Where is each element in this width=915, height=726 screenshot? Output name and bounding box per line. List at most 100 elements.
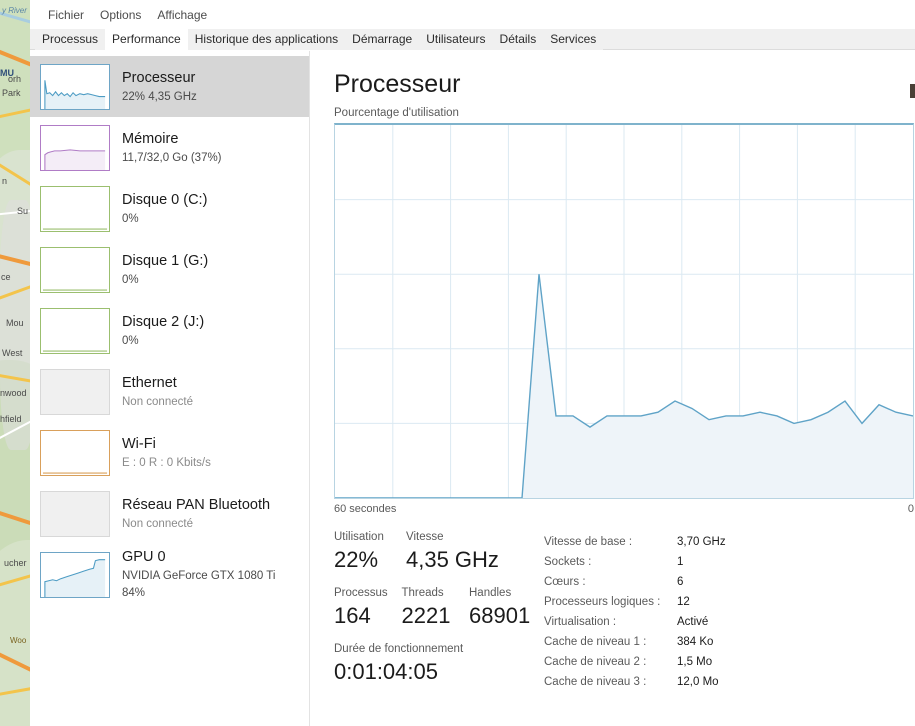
sidebar-item-graph-thumbnail xyxy=(40,490,110,537)
map-label: Park xyxy=(2,88,21,98)
sidebar-item-bluetooth-pan[interactable]: Réseau PAN Bluetooth Non connecté xyxy=(30,483,309,544)
stat-processus-label: Processus xyxy=(334,587,388,599)
window-edge-cutoff-marker xyxy=(910,84,915,98)
sidebar-item-label: Processeur xyxy=(122,69,196,86)
thumbnail-sparkline xyxy=(41,370,109,414)
sidebar-item-subtext: NVIDIA GeForce GTX 1080 Ti xyxy=(122,570,276,582)
map-label: y River xyxy=(2,6,27,15)
cpu-specs-list: Vitesse de base : 3,70 GHz Sockets : 1 Cœurs… xyxy=(544,529,914,692)
map-label: n xyxy=(2,176,8,186)
spec-row: Cache de niveau 1 : 384 Ko xyxy=(544,632,914,652)
spec-value: 12,0 Mo xyxy=(677,676,719,688)
map-label: ucher xyxy=(4,558,27,568)
spec-value: Activé xyxy=(677,616,709,628)
sidebar-item-graph-thumbnail xyxy=(40,368,110,415)
sidebar-item-graph-thumbnail xyxy=(40,124,110,171)
menu-item-fichier[interactable]: Fichier xyxy=(40,5,92,25)
spec-key: Cache de niveau 2 : xyxy=(544,656,647,668)
sidebar-item-text: Wi-Fi E : 0 R : 0 Kbits/s xyxy=(122,435,211,471)
sidebar-item-label: Mémoire xyxy=(122,130,179,147)
sidebar-item-subtext: 0% xyxy=(122,273,139,286)
background-map-app[interactable]: y River MU orh Park n Su ce Mou West nwood hfield u… xyxy=(0,0,30,726)
sidebar-item-label: Disque 2 (J:) xyxy=(122,313,205,330)
map-label: Mou xyxy=(6,318,24,328)
spec-key: Processeurs logiques : xyxy=(544,596,661,608)
sidebar-item-text: Disque 2 (J:) 0% xyxy=(122,313,204,349)
spec-row: Cache de niveau 3 : 12,0 Mo xyxy=(544,672,914,692)
stat-handles: Handles 68901 xyxy=(469,585,544,631)
thumbnail-sparkline xyxy=(41,492,109,536)
sidebar-item-subtext: 22% 4,35 GHz xyxy=(122,90,197,103)
performance-detail-panel: Processeur Pourcentage d'utilisation 60 … xyxy=(310,51,915,726)
thumbnail-sparkline xyxy=(42,472,108,474)
thumbnail-sparkline xyxy=(42,289,108,291)
tab-strip: Processus Performance Historique des appli… xyxy=(30,29,915,51)
axis-label-left: 60 secondes xyxy=(334,503,397,515)
chart-svg xyxy=(335,125,913,498)
sidebar-item-subtext: E : 0 R : 0 Kbits/s xyxy=(122,456,211,469)
menu-item-affichage[interactable]: Affichage xyxy=(149,5,215,25)
resource-sidebar[interactable]: Processeur 22% 4,35 GHz Mémoire 11,7/32,0 G… xyxy=(30,51,310,726)
stat-threads-label: Threads xyxy=(401,587,444,599)
chart-caption: Pourcentage d'utilisation xyxy=(334,107,459,119)
tab-historique-des-applications[interactable]: Historique des applications xyxy=(187,29,346,50)
map-label: orh xyxy=(8,74,22,84)
cpu-utilization-chart xyxy=(334,123,914,499)
map-label: Woo xyxy=(10,636,27,645)
tab-services[interactable]: Services xyxy=(543,29,604,50)
spec-value: 12 xyxy=(677,596,690,608)
sidebar-item-subtext: Non connecté xyxy=(122,517,193,530)
spec-row: Cœurs : 6 xyxy=(544,572,914,592)
sidebar-item-disk-2[interactable]: Disque 2 (J:) 0% xyxy=(30,300,309,361)
stat-uptime-label: Durée de fonctionnement xyxy=(334,643,464,655)
stat-threads: Threads 2221 xyxy=(402,585,470,631)
stat-row-primary: Utilisation 22% Vitesse 4,35 GHz xyxy=(334,529,544,575)
tab-d-tails[interactable]: Détails xyxy=(492,29,544,50)
spec-row: Processeurs logiques : 12 xyxy=(544,592,914,612)
sidebar-item-subtext: 11,7/32,0 Go (37%) xyxy=(122,151,222,164)
sidebar-item-subtext-2: 84% xyxy=(122,587,146,599)
sidebar-item-disk-1[interactable]: Disque 1 (G:) 0% xyxy=(30,239,309,300)
sidebar-item-cpu[interactable]: Processeur 22% 4,35 GHz xyxy=(30,56,309,117)
thumbnail-sparkline xyxy=(44,558,106,597)
sidebar-item-subtext: 0% xyxy=(122,334,139,347)
sidebar-item-text: Réseau PAN Bluetooth Non connecté xyxy=(122,496,270,532)
sidebar-item-gpu-0[interactable]: GPU 0 NVIDIA GeForce GTX 1080 Ti 84% xyxy=(30,544,309,605)
map-label: Su xyxy=(17,206,29,216)
spec-key: Virtualisation : xyxy=(544,616,617,628)
sidebar-item-ethernet[interactable]: Ethernet Non connecté xyxy=(30,361,309,422)
tab-performance[interactable]: Performance xyxy=(105,29,188,50)
tab-d-marrage[interactable]: Démarrage xyxy=(345,29,420,50)
map-label: nwood xyxy=(0,388,27,398)
thumbnail-sparkline xyxy=(42,228,108,230)
menu-item-options[interactable]: Options xyxy=(92,5,149,25)
stat-threads-value: 2221 xyxy=(401,603,451,628)
spec-value: 1,5 Mo xyxy=(677,656,713,668)
sidebar-item-wifi[interactable]: Wi-Fi E : 0 R : 0 Kbits/s xyxy=(30,422,309,483)
sidebar-item-subtext: Non connecté xyxy=(122,395,193,408)
spec-value: 3,70 GHz xyxy=(677,536,726,548)
sidebar-item-graph-thumbnail xyxy=(40,246,110,293)
sidebar-item-label: GPU 0 xyxy=(122,549,166,565)
sidebar-item-memory[interactable]: Mémoire 11,7/32,0 Go (37%) xyxy=(30,117,309,178)
stat-utilisation-label: Utilisation xyxy=(334,531,384,543)
sidebar-item-graph-thumbnail xyxy=(40,307,110,354)
thumbnail-sparkline xyxy=(42,350,108,352)
stat-handles-label: Handles xyxy=(469,587,512,599)
stat-uptime-value: 0:01:04:05 xyxy=(334,659,438,684)
spec-value: 6 xyxy=(677,576,684,588)
tab-processus[interactable]: Processus xyxy=(35,29,106,50)
map-label: ce xyxy=(1,272,11,282)
stat-utilisation: Utilisation 22% xyxy=(334,529,406,575)
spec-row: Virtualisation : Activé xyxy=(544,612,914,632)
spec-key: Cœurs : xyxy=(544,576,586,588)
spec-key: Cache de niveau 1 : xyxy=(544,636,647,648)
chart-axis-row: 60 secondes 0 xyxy=(334,503,914,515)
tab-utilisateurs[interactable]: Utilisateurs xyxy=(419,29,493,50)
sidebar-item-disk-0[interactable]: Disque 0 (C:) 0% xyxy=(30,178,309,239)
sidebar-item-graph-thumbnail xyxy=(40,63,110,110)
sidebar-item-text: GPU 0 NVIDIA GeForce GTX 1080 Ti 84% xyxy=(122,548,275,601)
stat-vitesse-label: Vitesse xyxy=(406,531,444,543)
stats-left-column: Utilisation 22% Vitesse 4,35 GHz Process… xyxy=(334,529,544,692)
sidebar-item-text: Processeur 22% 4,35 GHz xyxy=(122,69,197,105)
